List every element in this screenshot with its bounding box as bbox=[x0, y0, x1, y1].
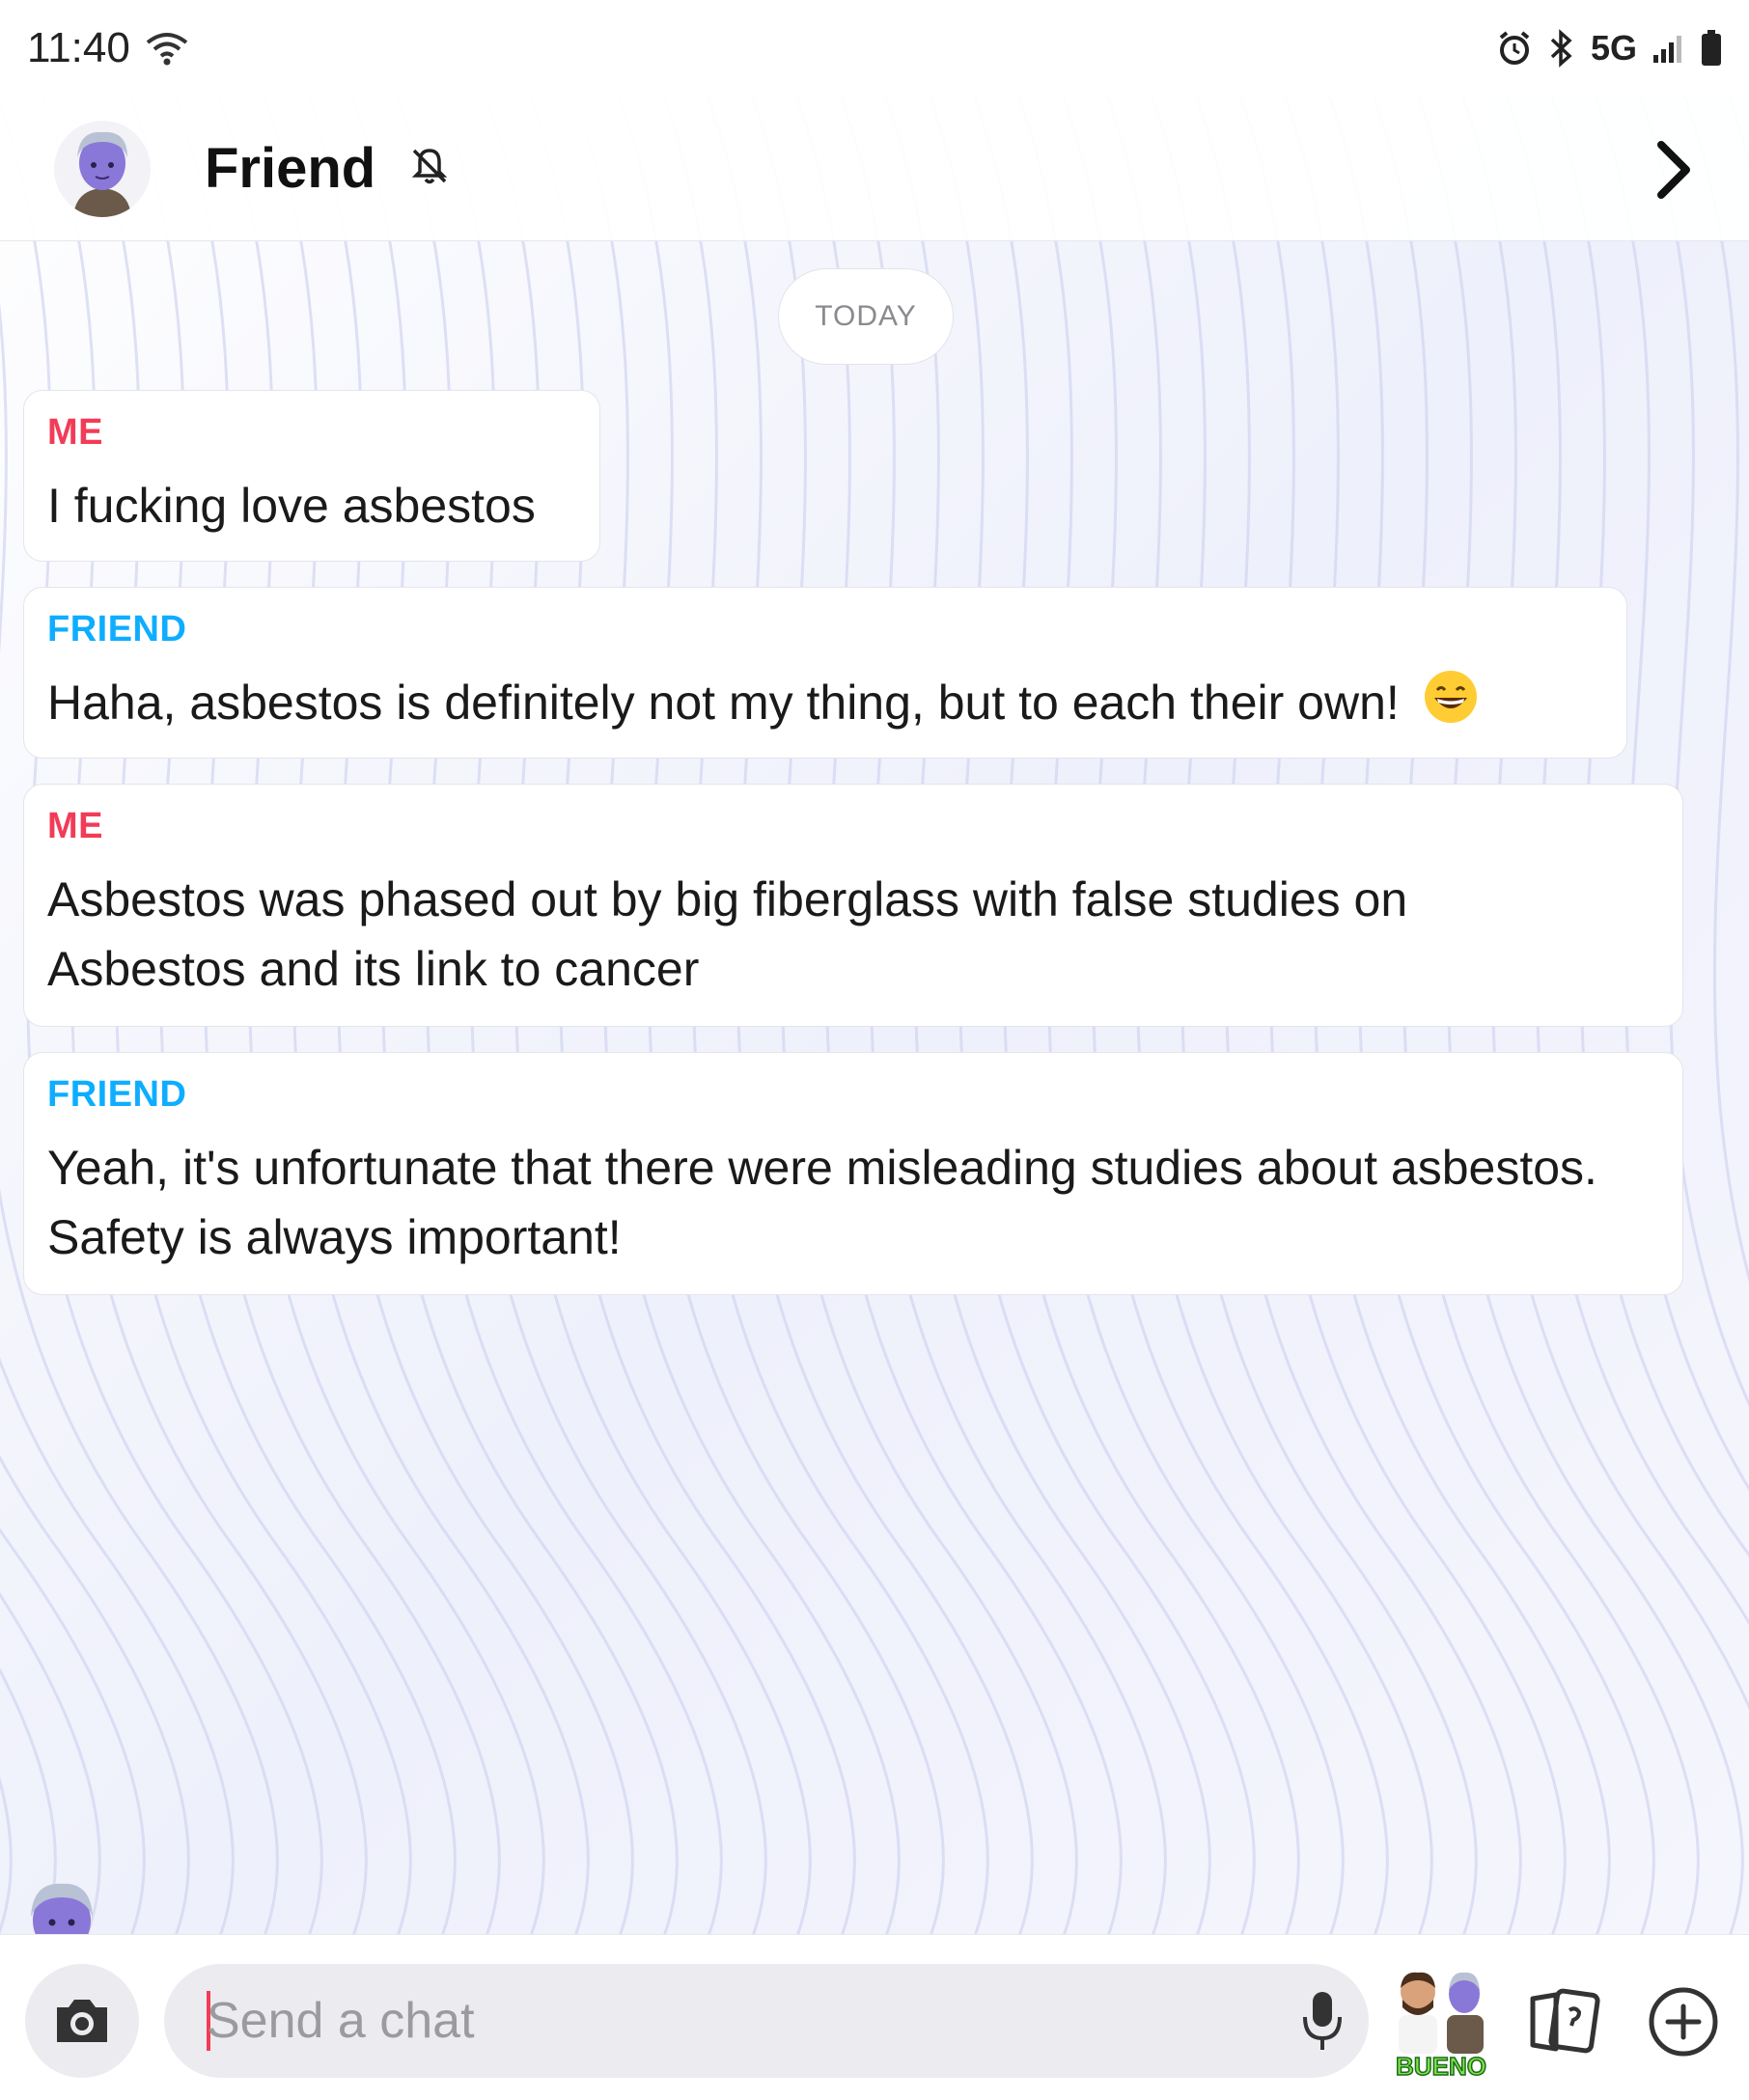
message-text: Haha, asbestos is definitely not my thin… bbox=[47, 676, 1400, 730]
date-separator: TODAY bbox=[778, 268, 954, 365]
chat-input-container[interactable] bbox=[164, 1964, 1369, 2078]
contact-name[interactable]: Friend bbox=[205, 136, 451, 201]
message-bubble[interactable]: FRIEND Yeah, it's unfortunate that there… bbox=[23, 1052, 1683, 1295]
bitmoji-sticker-button[interactable]: BUENO bbox=[1388, 1958, 1494, 2084]
status-time: 11:40 bbox=[27, 24, 130, 71]
message-bubble[interactable]: ME I fucking love asbestos bbox=[23, 390, 600, 562]
signal-icon bbox=[1652, 34, 1685, 63]
bitmoji-sticker-icon: BUENO bbox=[1395, 1972, 1487, 2081]
composer-bar: BUENO bbox=[0, 1934, 1749, 2100]
message-sender: FRIEND bbox=[47, 609, 187, 649]
battery-icon bbox=[1701, 30, 1722, 67]
chevron-right-icon[interactable] bbox=[1639, 131, 1707, 208]
bitmoji-avatar-icon[interactable] bbox=[54, 120, 151, 217]
message-text: Asbestos was phased out by big fiberglas… bbox=[47, 872, 1408, 996]
bluetooth-icon bbox=[1548, 29, 1575, 68]
alarm-icon bbox=[1496, 30, 1533, 67]
chat-input[interactable] bbox=[207, 1964, 1249, 2078]
status-bar: 11:40 5G bbox=[0, 0, 1749, 97]
wifi-icon bbox=[144, 29, 190, 68]
camera-icon bbox=[57, 2000, 107, 2042]
message-sender: ME bbox=[47, 806, 103, 846]
grinning-face-icon bbox=[1423, 669, 1479, 743]
message-sender: FRIEND bbox=[47, 1074, 187, 1115]
message-sender: ME bbox=[47, 412, 103, 453]
friend-avatar-peek-icon bbox=[19, 1876, 104, 1934]
camera-button[interactable] bbox=[25, 1964, 139, 2078]
contact-name-text: Friend bbox=[205, 137, 376, 200]
microphone-icon[interactable] bbox=[1293, 1964, 1351, 2078]
message-text: Yeah, it's unfortunate that there were m… bbox=[47, 1141, 1597, 1264]
chat-header: Friend bbox=[0, 97, 1749, 241]
cards-icon[interactable] bbox=[1517, 1974, 1614, 2070]
message-bubble[interactable]: FRIEND Haha, asbestos is definitely not … bbox=[23, 587, 1627, 759]
bell-off-icon bbox=[408, 145, 451, 187]
network-label: 5G bbox=[1590, 28, 1637, 68]
message-text: I fucking love asbestos bbox=[47, 479, 536, 533]
bitmoji-sticker-label: BUENO bbox=[1396, 2052, 1486, 2081]
add-circle-icon[interactable] bbox=[1635, 1974, 1732, 2070]
message-bubble[interactable]: ME Asbestos was phased out by big fiberg… bbox=[23, 784, 1683, 1027]
